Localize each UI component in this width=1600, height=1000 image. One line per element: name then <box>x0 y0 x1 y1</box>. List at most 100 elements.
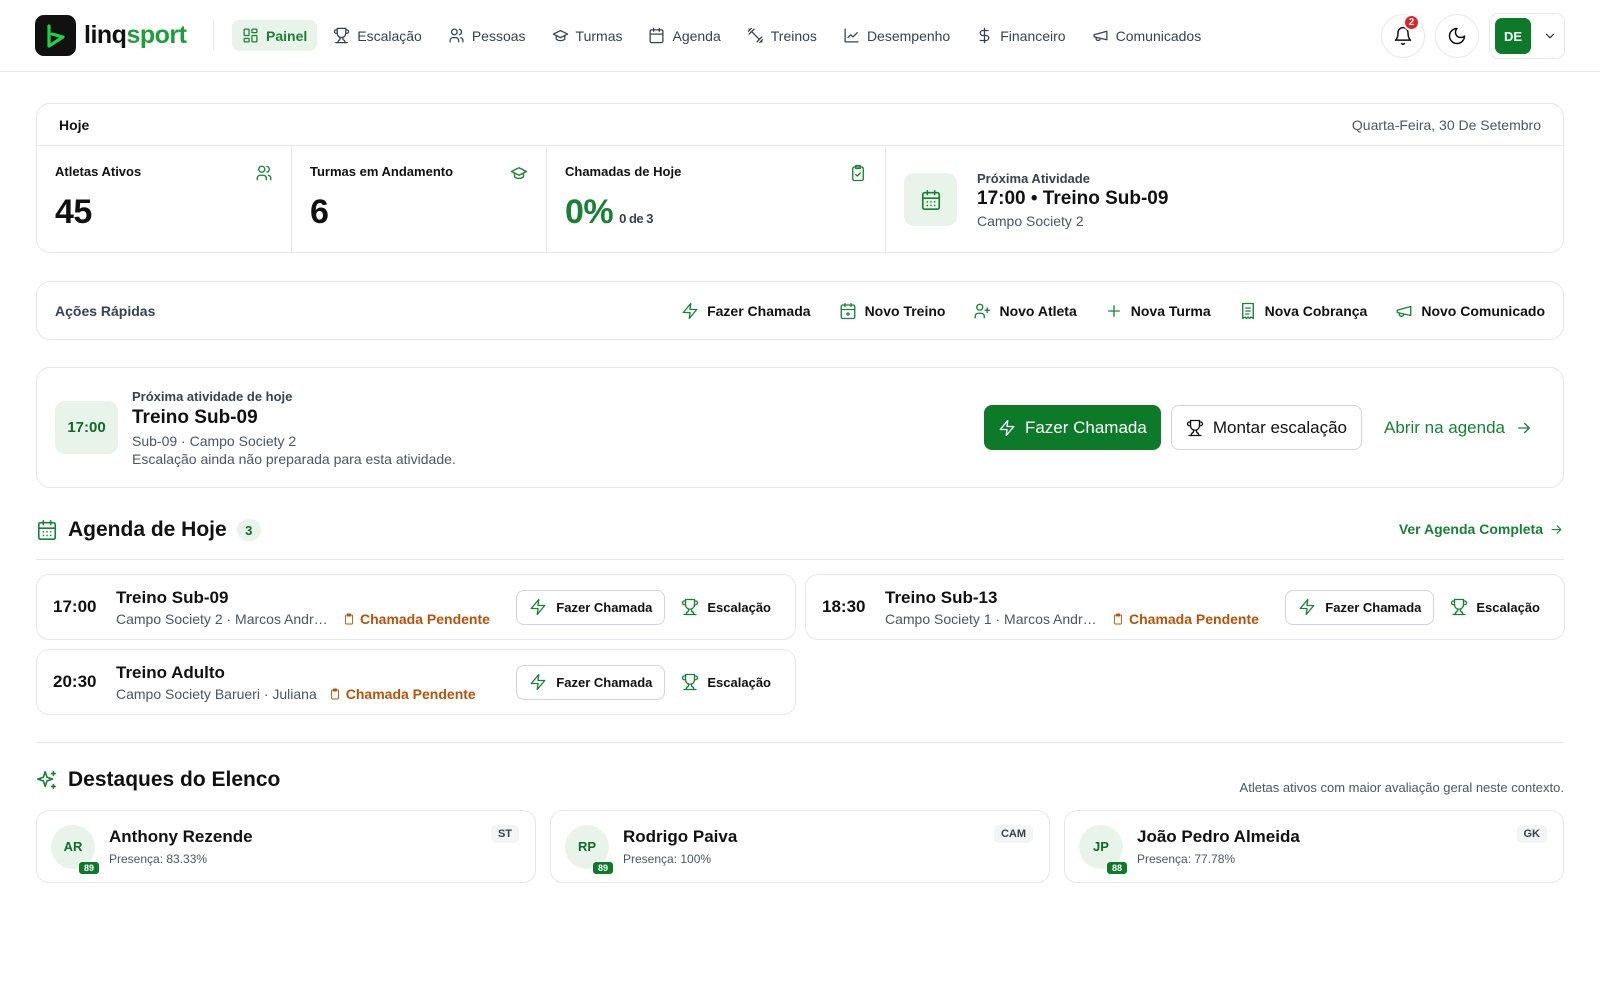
player-card[interactable]: AR 89 Anthony Rezende Presença: 83.33% S… <box>36 810 536 883</box>
next-activity-label: Próxima Atividade <box>977 170 1090 186</box>
quick-action-novo-atleta[interactable]: Novo Atleta <box>973 302 1077 320</box>
agenda-title: Agenda de Hoje <box>68 518 227 541</box>
users-icon <box>449 28 464 43</box>
status-badge: Chamada Pendente <box>1112 611 1259 627</box>
avatar: JP 88 <box>1079 824 1128 875</box>
montar-escalacao-button[interactable]: Montar escalação <box>1170 405 1363 450</box>
brand-name: linqsport <box>84 21 187 50</box>
agenda-item[interactable]: 17:00 Treino Sub-09 Campo Society 2 · Ma… <box>36 574 796 640</box>
dumbbell-icon <box>747 27 763 44</box>
agenda-count-badge: 3 <box>236 519 261 541</box>
nav-item-financeiro[interactable]: Financeiro <box>966 20 1075 51</box>
nav-divider <box>213 20 214 50</box>
ver-agenda-completa-link[interactable]: Ver Agenda Completa <box>1399 521 1564 537</box>
quick-action-label: Nova Turma <box>1130 302 1211 319</box>
trophy-icon <box>1186 419 1203 436</box>
quick-actions-label: Ações Rápidas <box>55 302 156 319</box>
calendar-plus-icon <box>840 302 855 319</box>
nav-label: Pessoas <box>471 27 526 44</box>
stat-sub: 0 de 3 <box>619 211 653 226</box>
nav-item-treinos[interactable]: Treinos <box>737 20 827 51</box>
quick-action-nova-cobranca[interactable]: Nova Cobrança <box>1239 302 1367 320</box>
section-divider <box>36 559 1564 560</box>
quick-action-novo-treino[interactable]: Novo Treino <box>839 302 945 320</box>
stat-value: 0% 0 de 3 <box>565 193 867 232</box>
fazer-chamada-button[interactable]: Fazer Chamada <box>516 664 666 700</box>
nav-item-pessoas[interactable]: Pessoas <box>438 20 536 51</box>
agenda-section-header: Agenda de Hoje 3 <box>36 518 261 542</box>
stat-classes-running: Turmas em Andamento 6 <box>292 146 547 252</box>
stat-value: 6 <box>310 193 329 231</box>
player-name: João Pedro Almeida <box>1137 827 1300 846</box>
player-name: Rodrigo Paiva <box>623 827 738 846</box>
nav-item-agenda[interactable]: Agenda <box>638 20 730 51</box>
quick-action-fazer-chamada[interactable]: Fazer Chamada <box>681 302 811 320</box>
stat-active-athletes: Atletas Ativos 45 <box>37 146 292 252</box>
quick-action-novo-comunicado[interactable]: Novo Comunicado <box>1395 302 1545 320</box>
calendar-icon <box>649 27 664 44</box>
nav-label: Financeiro <box>1000 27 1066 44</box>
calendar-icon <box>37 520 57 540</box>
button-label: Escalação <box>707 674 771 690</box>
agenda-item-info: Treino Sub-09 Campo Society 2 · Marcos A… <box>116 588 516 627</box>
nav-item-turmas[interactable]: Turmas <box>542 20 633 51</box>
today-stats: Atletas Ativos 45 Turmas em Andamento 6 … <box>37 146 1563 252</box>
player-presence: Presença: 77.78% <box>1137 852 1236 866</box>
notifications-button[interactable]: 2 <box>1381 14 1425 58</box>
rating-badge: 88 <box>1106 860 1128 875</box>
player-card[interactable]: JP 88 João Pedro Almeida Presença: 77.78… <box>1064 810 1564 883</box>
nav-item-escalacao[interactable]: Escalação <box>323 20 432 51</box>
clipboard-icon <box>1114 613 1122 624</box>
player-card[interactable]: RP 89 Rodrigo Paiva Presença: 100% CAM <box>550 810 1050 883</box>
abrir-na-agenda-link[interactable]: Abrir na agenda <box>1384 418 1533 438</box>
top-navigation-bar: linqsport Painel Escalação Pessoas Turma… <box>0 0 1600 72</box>
position-badge: ST <box>490 825 519 843</box>
next-activity-time: 17:00 <box>55 401 118 454</box>
escalacao-button[interactable]: Escalação <box>1450 598 1540 616</box>
next-activity-card: 17:00 Próxima atividade de hoje Treino S… <box>36 367 1564 488</box>
agenda-item[interactable]: 20:30 Treino Adulto Campo Society Baruer… <box>36 649 796 715</box>
highlights-title: Destaques do Elenco <box>68 768 281 791</box>
next-activity-summary[interactable]: Próxima Atividade 17:00 • Treino Sub-09 … <box>886 146 1563 252</box>
avatar: AR 89 <box>51 824 100 875</box>
player-info: Rodrigo Paiva Presença: 100% <box>623 827 1035 866</box>
theme-toggle-button[interactable] <box>1435 14 1479 58</box>
fazer-chamada-button[interactable]: Fazer Chamada <box>983 405 1161 450</box>
agenda-item-time: 20:30 <box>53 672 97 691</box>
brand-logo[interactable]: linqsport <box>35 15 187 56</box>
next-activity-kicker: Próxima atividade de hoje <box>132 388 293 404</box>
agenda-item-subtitle: Campo Society 1 · Marcos Andrade <box>885 610 1100 627</box>
status-badge: Chamada Pendente <box>343 611 490 627</box>
fazer-chamada-button[interactable]: Fazer Chamada <box>1285 589 1435 625</box>
brand-name-part2: sport <box>126 21 187 49</box>
nav-item-painel[interactable]: Painel <box>232 20 318 51</box>
user-menu-button[interactable]: DE <box>1489 13 1565 59</box>
avatar: RP 89 <box>565 824 614 875</box>
escalacao-button[interactable]: Escalação <box>681 598 771 616</box>
escalacao-button[interactable]: Escalação <box>681 673 771 691</box>
agenda-item-time: 18:30 <box>822 597 866 616</box>
button-label: Escalação <box>1476 599 1540 615</box>
rating-badge: 89 <box>78 860 100 875</box>
quick-action-nova-turma[interactable]: Nova Turma <box>1105 302 1211 320</box>
agenda-item-info: Treino Sub-13 Campo Society 1 · Marcos A… <box>885 588 1285 627</box>
megaphone-icon <box>1396 305 1412 317</box>
stat-todays-calls: Chamadas de Hoje 0% 0 de 3 <box>547 146 886 252</box>
zap-icon <box>682 302 698 319</box>
trophy-icon <box>334 27 350 44</box>
agenda-item[interactable]: 18:30 Treino Sub-13 Campo Society 1 · Ma… <box>805 574 1565 640</box>
nav-label: Turmas <box>575 27 623 44</box>
sparkles-icon <box>37 770 57 790</box>
next-activity-subtitle: Sub-09 · Campo Society 2 <box>132 432 297 449</box>
main-nav: Painel Escalação Pessoas Turmas Agenda T… <box>232 20 1211 51</box>
agenda-item-info: Treino Adulto Campo Society Barueri · Ju… <box>116 663 516 702</box>
nav-item-comunicados[interactable]: Comunicados <box>1082 20 1212 51</box>
fazer-chamada-button[interactable]: Fazer Chamada <box>516 589 666 625</box>
layout-grid-icon <box>243 28 258 43</box>
status-label: Chamada Pendente <box>1129 610 1259 627</box>
plus-icon <box>1107 304 1120 317</box>
status-label: Chamada Pendente <box>360 610 490 627</box>
nav-item-desempenho[interactable]: Desempenho <box>833 20 960 51</box>
stat-value: 45 <box>55 193 92 231</box>
button-label: Montar escalação <box>1212 417 1348 437</box>
